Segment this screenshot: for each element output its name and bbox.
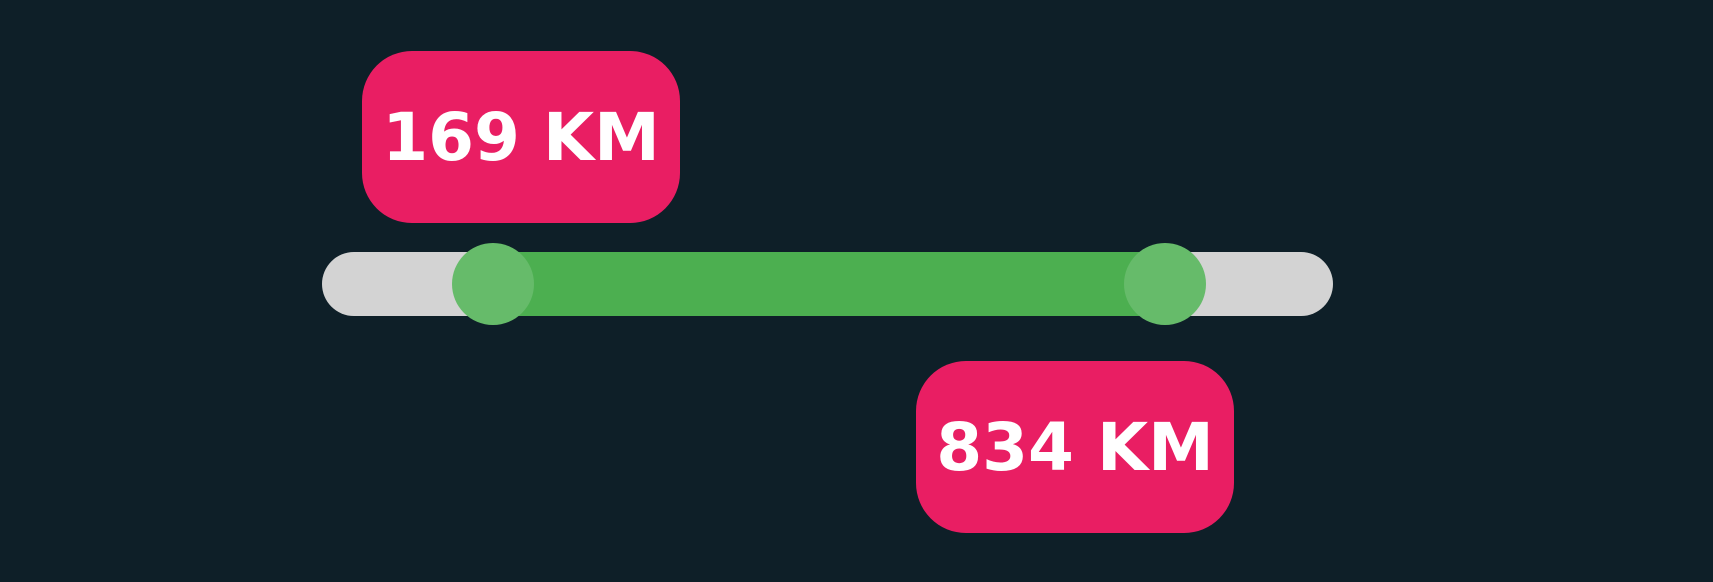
min-value-label: 169 KM <box>362 51 680 223</box>
min-thumb[interactable] <box>451 243 534 325</box>
max-thumb[interactable] <box>1124 243 1207 325</box>
distance-range-slider[interactable]: 169 KM 834 KM <box>0 0 1713 582</box>
max-value-label: 834 KM <box>916 361 1234 533</box>
slider-selected-range <box>492 252 1166 316</box>
